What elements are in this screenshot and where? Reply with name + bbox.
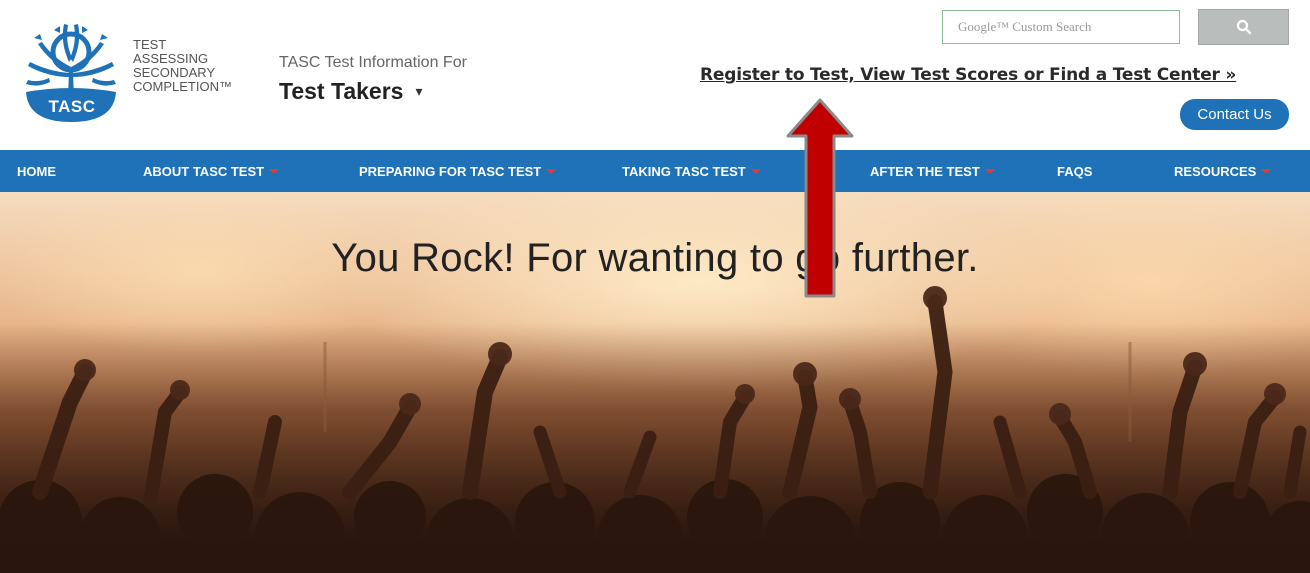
search-input[interactable]: Google™ Custom Search (942, 10, 1180, 44)
nav-item-label: ABOUT TASC TEST (143, 163, 265, 179)
nav-item-label: HOME (17, 163, 56, 179)
nav-item-after[interactable]: AFTER THE TEST (870, 150, 995, 192)
chevron-down-icon: ▾ (415, 83, 423, 99)
nav-item-home[interactable]: HOME (17, 150, 56, 192)
dropdown-caret-icon (269, 168, 280, 174)
logo-line: TEST (133, 37, 167, 52)
site-header: TASC TEST ASSESSING SECONDARY COMPLETION… (0, 0, 1310, 150)
dropdown-caret-icon (984, 168, 995, 174)
nav-item-about[interactable]: ABOUT TASC TEST (143, 150, 280, 192)
logo-line: COMPLETION™ (133, 79, 232, 94)
register-link[interactable]: Register to Test, View Test Scores or Fi… (700, 65, 1236, 85)
nav-item-label: RESOURCES (1174, 163, 1257, 179)
nav-item-faqs[interactable]: FAQs (1057, 150, 1092, 192)
info-for-label: TASC Test Information For (279, 54, 467, 71)
nav-item-label: PREPARING FOR TASC TEST (359, 163, 542, 179)
tasc-logo[interactable]: TASC (20, 22, 122, 122)
logo-wordmark: TEST ASSESSING SECONDARY COMPLETION™ (133, 38, 232, 94)
audience-label: Test Takers (279, 78, 404, 104)
logo-badge-text: TASC (48, 97, 96, 116)
dropdown-caret-icon (1261, 168, 1272, 174)
search-button[interactable] (1198, 9, 1289, 45)
logo-line: ASSESSING (133, 51, 209, 66)
dropdown-caret-icon (750, 168, 761, 174)
nav-item-preparing[interactable]: PREPARING FOR TASC TEST (359, 150, 557, 192)
nav-item-label: TAKING TASC TEST (622, 163, 746, 179)
dropdown-caret-icon (546, 168, 557, 174)
nav-item-resources[interactable]: RESOURCES (1174, 150, 1272, 192)
search-icon (1236, 19, 1251, 35)
nav-item-label: FAQs (1057, 163, 1093, 179)
contact-us-button[interactable]: Contact Us (1180, 99, 1289, 130)
audience-selector[interactable]: Test Takers ▾ (279, 78, 422, 105)
annotation-up-arrow-icon (786, 98, 854, 298)
main-nav: HOME ABOUT TASC TEST PREPARING FOR TASC … (0, 150, 1310, 192)
nav-item-label: AFTER THE TEST (870, 163, 980, 179)
logo-line: SECONDARY (133, 65, 216, 80)
nav-item-taking[interactable]: TAKING TASC TEST (622, 150, 761, 192)
hero-headline: You Rock! For wanting to go further. (331, 236, 979, 280)
hero-banner: You Rock! For wanting to go further. (0, 192, 1310, 573)
